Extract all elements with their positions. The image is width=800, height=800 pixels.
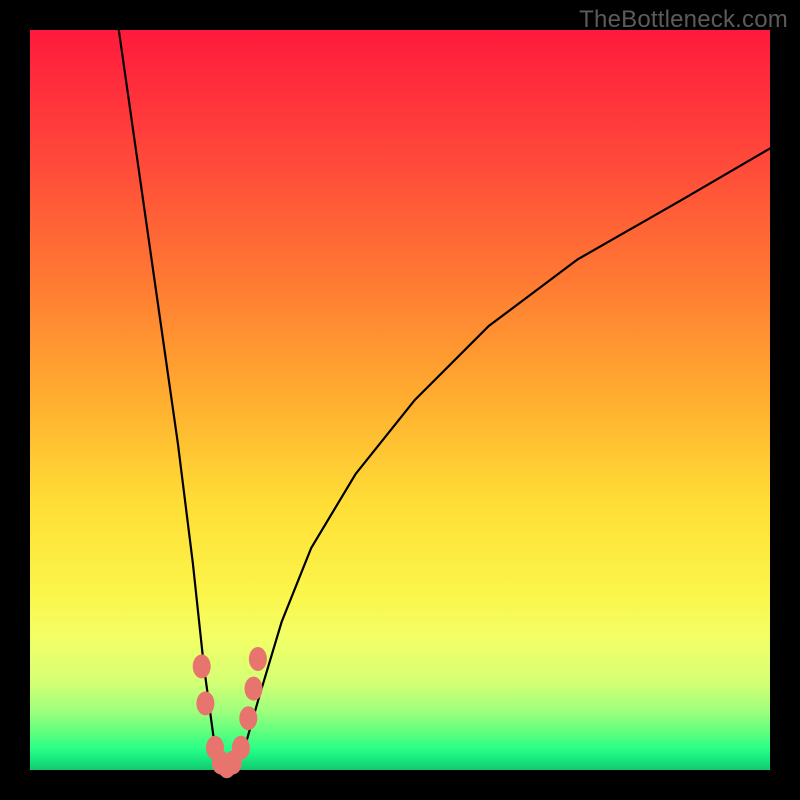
watermark-text: TheBottleneck.com <box>579 6 788 34</box>
curve-marker <box>249 647 267 671</box>
curve-marker <box>245 677 263 701</box>
chart-frame: TheBottleneck.com <box>0 0 800 800</box>
plot-area <box>30 30 770 770</box>
bottleneck-curve <box>119 30 770 770</box>
curve-layer <box>30 30 770 770</box>
marker-group <box>193 647 267 778</box>
curve-marker <box>239 706 257 730</box>
curve-marker <box>232 736 250 760</box>
curve-marker <box>193 654 211 678</box>
curve-marker <box>196 691 214 715</box>
